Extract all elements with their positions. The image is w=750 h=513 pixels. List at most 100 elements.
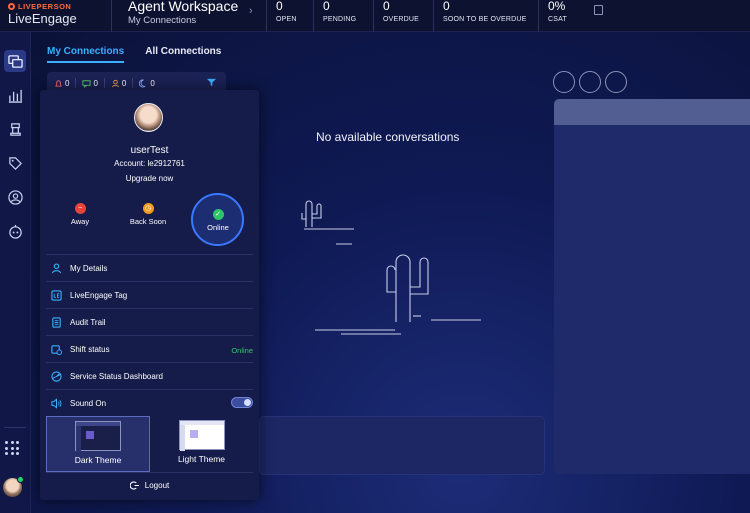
profile-account: Account: le2912761 [114,159,185,168]
bot-icon [8,224,22,239]
brand-company: LIVEPERSON [18,2,72,11]
stat-pending-value: 0 [323,0,330,13]
workspace-subtitle: My Connections [128,15,197,26]
filter-divider [132,78,134,88]
panel-control-circle[interactable] [579,71,601,93]
dark-theme-thumbnail [75,421,121,452]
upgrade-link[interactable]: Upgrade now [40,174,259,183]
light-theme-option[interactable]: Light Theme [150,416,253,472]
filter-divider [103,78,105,88]
agent-icon [111,79,119,87]
stat-soon-overdue[interactable]: 0 SOON TO BE OVERDUE [433,0,538,32]
empty-state-message: No available conversations [316,130,460,144]
status-away[interactable]: − Away [50,203,110,226]
filter-idle[interactable]: 0 [139,78,155,88]
profile-popup-menu: userTest Account: le2912761 Upgrade now … [40,90,259,500]
rail-conversations[interactable] [4,50,26,72]
status-back-soon[interactable]: ◷ Back Soon [118,203,178,226]
apps-grid-icon[interactable] [5,441,19,455]
rail-bots[interactable] [4,220,26,242]
dark-theme-option[interactable]: Dark Theme [46,416,150,472]
cactus-illustration [301,200,481,335]
right-panel-header [554,99,750,125]
sound-toggle[interactable] [231,397,253,408]
filter-agents-count: 0 [121,78,127,88]
info-panel-icon[interactable] [594,5,603,15]
rail-campaigns[interactable] [4,118,26,140]
menu-sound[interactable]: Sound On [46,389,253,416]
filter-messages[interactable]: 0 [82,78,98,88]
chess-rook-icon [9,122,21,136]
menu-audit-trail[interactable]: Audit Trail [46,308,253,335]
menu-shift-status[interactable]: Shift status Online [46,335,253,362]
stat-overdue-label: OVERDUE [383,16,420,23]
menu-service-status[interactable]: Service Status Dashboard [46,362,253,389]
menu-liveengage-tag[interactable]: LiveEngage Tag [46,281,253,308]
profile-avatar [134,103,163,132]
document-list-icon [52,316,61,328]
clock-icon: ◷ [142,203,154,214]
tab-my-connections[interactable]: My Connections [47,46,125,63]
right-side-panel [554,99,750,474]
stat-open[interactable]: 0 OPEN [266,0,313,32]
funnel-icon[interactable] [207,78,216,87]
filter-alerts[interactable]: 0 [54,79,69,88]
stat-overdue[interactable]: 0 OVERDUE [373,0,433,32]
stat-csat[interactable]: 0% CSAT [538,0,583,32]
tab-all-connections[interactable]: All Connections [145,46,221,63]
workspace-title: Agent Workspace [128,0,239,14]
panel-controls [553,71,627,93]
profile-username: userTest [130,145,169,156]
shift-status-value: Online [231,346,253,355]
stat-open-value: 0 [276,0,283,13]
light-theme-label: Light Theme [177,454,226,464]
rail-analytics[interactable] [4,84,26,106]
chevron-right-icon[interactable]: › [249,5,253,17]
rail-users[interactable] [4,186,26,208]
workspace-title-block[interactable]: Agent Workspace My Connections [128,0,238,26]
minus-icon: − [74,203,86,214]
connection-tabs: My Connections All Connections [47,46,221,63]
rail-divider [4,427,26,428]
user-icon [51,262,62,273]
stat-pending-label: PENDING [323,16,357,23]
stat-csat-value: 0% [548,0,566,13]
bar-chart-icon [8,89,22,103]
online-status-dot [17,476,24,483]
liveperson-logo-icon [8,3,15,10]
top-header: LIVEPERSON LiveEngage Agent Workspace My… [0,0,750,32]
brand-logo: LIVEPERSON LiveEngage [0,0,112,32]
logout-label: Logout [144,481,170,490]
menu-shift-status-label: Shift status [70,344,110,354]
status-online[interactable]: ✓ Online [188,209,248,232]
logout-icon [129,481,139,490]
light-theme-thumbnail [178,420,225,451]
logout-button[interactable]: Logout [46,472,253,498]
filter-agents[interactable]: 0 [111,79,126,88]
menu-audit-trail-label: Audit Trail [70,317,106,327]
speaker-icon [51,397,62,409]
chat-bubbles-icon [7,54,23,68]
check-icon: ✓ [212,209,224,220]
dark-theme-label: Dark Theme [74,455,122,465]
stat-soon-overdue-label: SOON TO BE OVERDUE [443,16,527,23]
filter-divider [75,78,77,88]
stat-pending[interactable]: 0 PENDING [313,0,373,32]
menu-my-details-label: My Details [70,263,108,273]
status-back-soon-label: Back Soon [129,217,167,226]
status-away-label: Away [70,217,90,226]
rail-tags[interactable] [4,152,26,174]
menu-my-details[interactable]: My Details [46,254,253,281]
menu-liveengage-tag-label: LiveEngage Tag [70,290,128,300]
stat-csat-label: CSAT [548,16,567,23]
le-tag-icon [51,289,62,301]
brand-product: LiveEngage [8,11,77,26]
filter-idle-count: 0 [150,78,155,88]
panel-control-circle[interactable] [605,71,627,93]
bottom-panel [259,416,545,475]
panel-control-circle[interactable] [553,71,575,93]
filter-alerts-count: 0 [65,78,70,88]
tag-icon [8,156,22,170]
message-icon [82,79,92,88]
filter-messages-count: 0 [93,78,98,88]
